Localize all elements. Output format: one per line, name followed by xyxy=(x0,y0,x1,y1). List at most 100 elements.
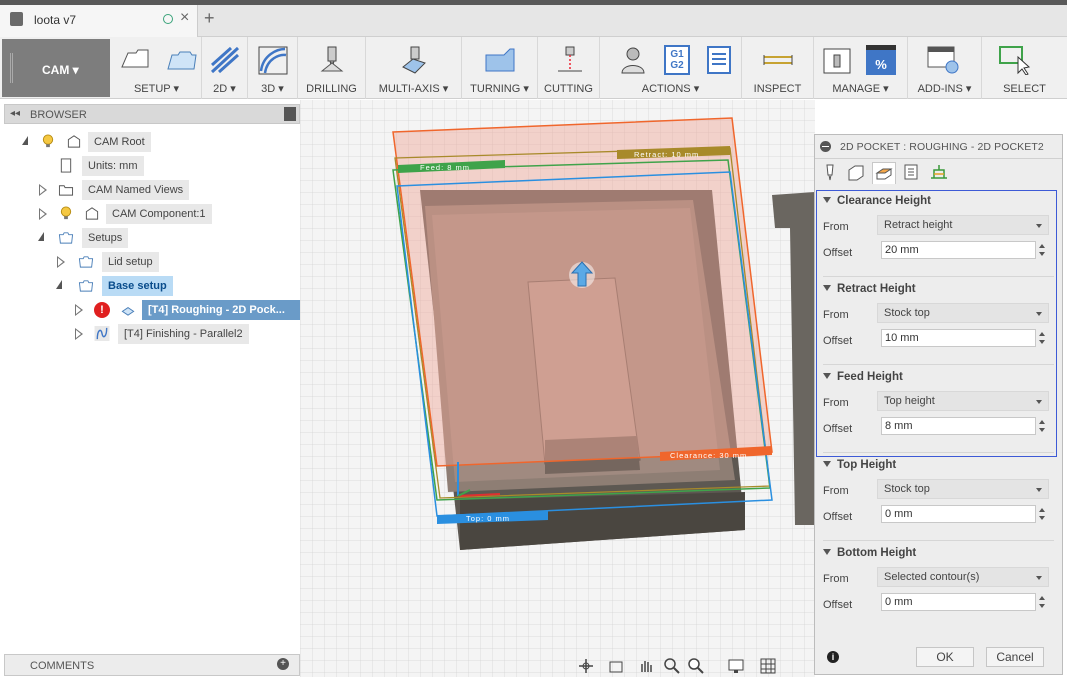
grid-settings-icon[interactable] xyxy=(760,658,776,674)
chevron-down-icon xyxy=(1036,312,1042,316)
toolbar: CAM ▾ SETUP ▾ 2D ▾ 3D ▾ DRILLING MULTI-A… xyxy=(0,37,1067,99)
tab-geometry[interactable] xyxy=(845,162,869,184)
multi-axis-icon xyxy=(402,46,426,74)
comments-panel[interactable]: COMMENTS + xyxy=(4,654,300,676)
add-ins-label: ADD-INS ▾ xyxy=(917,83,972,95)
offset-label: Offset xyxy=(823,599,853,611)
pin-icon[interactable] xyxy=(284,107,296,121)
select-group[interactable]: SELECT xyxy=(982,37,1067,99)
actions-group[interactable]: G1 G2 ACTIONS ▾ xyxy=(600,37,742,99)
add-ins-group[interactable]: ADD-INS ▾ xyxy=(908,37,982,99)
collapse-arrow-icon[interactable] xyxy=(38,232,44,241)
top-offset-stepper[interactable] xyxy=(1037,505,1047,523)
bottom-from-select[interactable]: Selected contour(s) xyxy=(877,567,1049,587)
expand-arrow-icon[interactable] xyxy=(39,184,47,196)
retract-offset-input[interactable]: 10 mm xyxy=(881,329,1036,347)
tab-tool[interactable] xyxy=(819,162,843,184)
retract-offset-stepper[interactable] xyxy=(1037,329,1047,347)
collapse-arrow-icon xyxy=(823,197,831,203)
collapse-arrow-icon xyxy=(823,373,831,379)
multi-axis-group[interactable]: MULTI-AXIS ▾ xyxy=(366,37,462,99)
3d-viewport[interactable]: Feed: 8 mm Retract: 10 mm Clearance: 30 … xyxy=(300,100,815,677)
feed-offset-input[interactable]: 8 mm xyxy=(881,417,1036,435)
drag-arrow-icon[interactable] xyxy=(569,261,595,288)
lightbulb-icon[interactable] xyxy=(40,134,56,149)
tab-linking[interactable] xyxy=(928,162,952,184)
section-header[interactable]: Bottom Height xyxy=(823,547,916,559)
error-icon: ! xyxy=(94,302,110,318)
section-header[interactable]: Top Height xyxy=(823,459,896,471)
2d-group[interactable]: 2D ▾ xyxy=(202,37,248,99)
top-from-select[interactable]: Stock top xyxy=(877,479,1049,499)
tab-heights[interactable] xyxy=(872,162,896,184)
expand-arrow-icon[interactable] xyxy=(39,208,47,220)
section-header[interactable]: Feed Height xyxy=(823,371,903,383)
3d-group[interactable]: 3D ▾ xyxy=(248,37,298,99)
browser-title: BROWSER xyxy=(30,109,87,121)
lightbulb-icon[interactable] xyxy=(58,206,74,221)
orbit-icon[interactable] xyxy=(578,658,594,674)
section-header[interactable]: Retract Height xyxy=(823,283,916,295)
collapse-arrow-icon xyxy=(823,549,831,555)
cutting-group[interactable]: CUTTING xyxy=(538,37,600,99)
status-icon xyxy=(163,14,173,24)
tree-item-label: [T4] Finishing - Parallel2 xyxy=(118,324,249,344)
ok-button[interactable]: OK xyxy=(916,647,974,667)
turning-group[interactable]: TURNING ▾ xyxy=(462,37,538,99)
close-tab-icon[interactable]: × xyxy=(180,9,189,27)
expand-arrow-icon[interactable] xyxy=(75,304,83,316)
offset-label: Offset xyxy=(823,511,853,523)
feed-offset-stepper[interactable] xyxy=(1037,417,1047,435)
tool-tab-icon xyxy=(826,164,834,181)
setup-sheet-icon xyxy=(707,46,731,74)
top-offset-input[interactable]: 0 mm xyxy=(881,505,1036,523)
clearance-from-select[interactable]: Retract height xyxy=(877,215,1049,235)
minimize-icon[interactable] xyxy=(820,141,831,152)
cam-workspace-window: { "document": {"title": "loota v7"}, "to… xyxy=(0,0,1067,677)
setup-group[interactable]: SETUP ▾ xyxy=(112,37,202,99)
turning-label: TURNING ▾ xyxy=(470,83,529,95)
collapse-arrow-icon[interactable] xyxy=(22,136,28,145)
collapse-arrow-icon xyxy=(823,461,831,467)
info-icon[interactable]: i xyxy=(827,651,839,663)
section-header[interactable]: Clearance Height xyxy=(823,195,931,207)
bottom-offset-stepper[interactable] xyxy=(1037,593,1047,611)
inspect-group[interactable]: INSPECT xyxy=(742,37,814,99)
cutting-label: CUTTING xyxy=(544,83,593,95)
offset-label: Offset xyxy=(823,247,853,259)
pan-icon[interactable] xyxy=(638,658,654,674)
2d-label: 2D ▾ xyxy=(213,83,236,95)
from-label: From xyxy=(823,573,849,585)
cancel-button[interactable]: Cancel xyxy=(986,647,1044,667)
feed-from-select[interactable]: Top height xyxy=(877,391,1049,411)
workspace-switcher[interactable]: CAM ▾ xyxy=(2,39,110,97)
fit-icon[interactable] xyxy=(688,658,704,674)
tree-item-label: CAM Root xyxy=(88,132,151,152)
new-tab-icon[interactable]: + xyxy=(204,8,215,29)
display-settings-icon[interactable] xyxy=(728,658,744,674)
manage-group[interactable]: % MANAGE ▾ xyxy=(814,37,908,99)
zoom-icon[interactable] xyxy=(664,658,680,674)
from-label: From xyxy=(823,485,849,497)
expand-arrow-icon[interactable] xyxy=(57,256,65,268)
clearance-offset-input[interactable]: 20 mm xyxy=(881,241,1036,259)
look-at-icon[interactable] xyxy=(608,658,624,674)
collapse-arrow-icon xyxy=(823,285,831,291)
passes-tab-icon xyxy=(904,164,918,180)
tab-passes[interactable] xyxy=(900,162,924,184)
post-library-icon: % xyxy=(866,45,896,75)
document-tab[interactable]: loota v7 × xyxy=(0,5,198,37)
scripts-icon xyxy=(927,46,959,74)
expand-arrow-icon[interactable] xyxy=(75,328,83,340)
bottom-offset-input[interactable]: 0 mm xyxy=(881,593,1036,611)
retract-from-select[interactable]: Stock top xyxy=(877,303,1049,323)
simulate-icon xyxy=(621,47,645,74)
drilling-group[interactable]: DRILLING xyxy=(298,37,366,99)
tree-item-label: CAM Component:1 xyxy=(106,204,212,224)
collapse-icon[interactable]: ◂◂ xyxy=(10,108,20,119)
clearance-offset-stepper[interactable] xyxy=(1037,241,1047,259)
add-comment-icon[interactable]: + xyxy=(277,658,289,670)
collapse-arrow-icon[interactable] xyxy=(56,280,62,289)
component-icon xyxy=(85,207,99,220)
linking-tab-icon xyxy=(931,165,947,179)
